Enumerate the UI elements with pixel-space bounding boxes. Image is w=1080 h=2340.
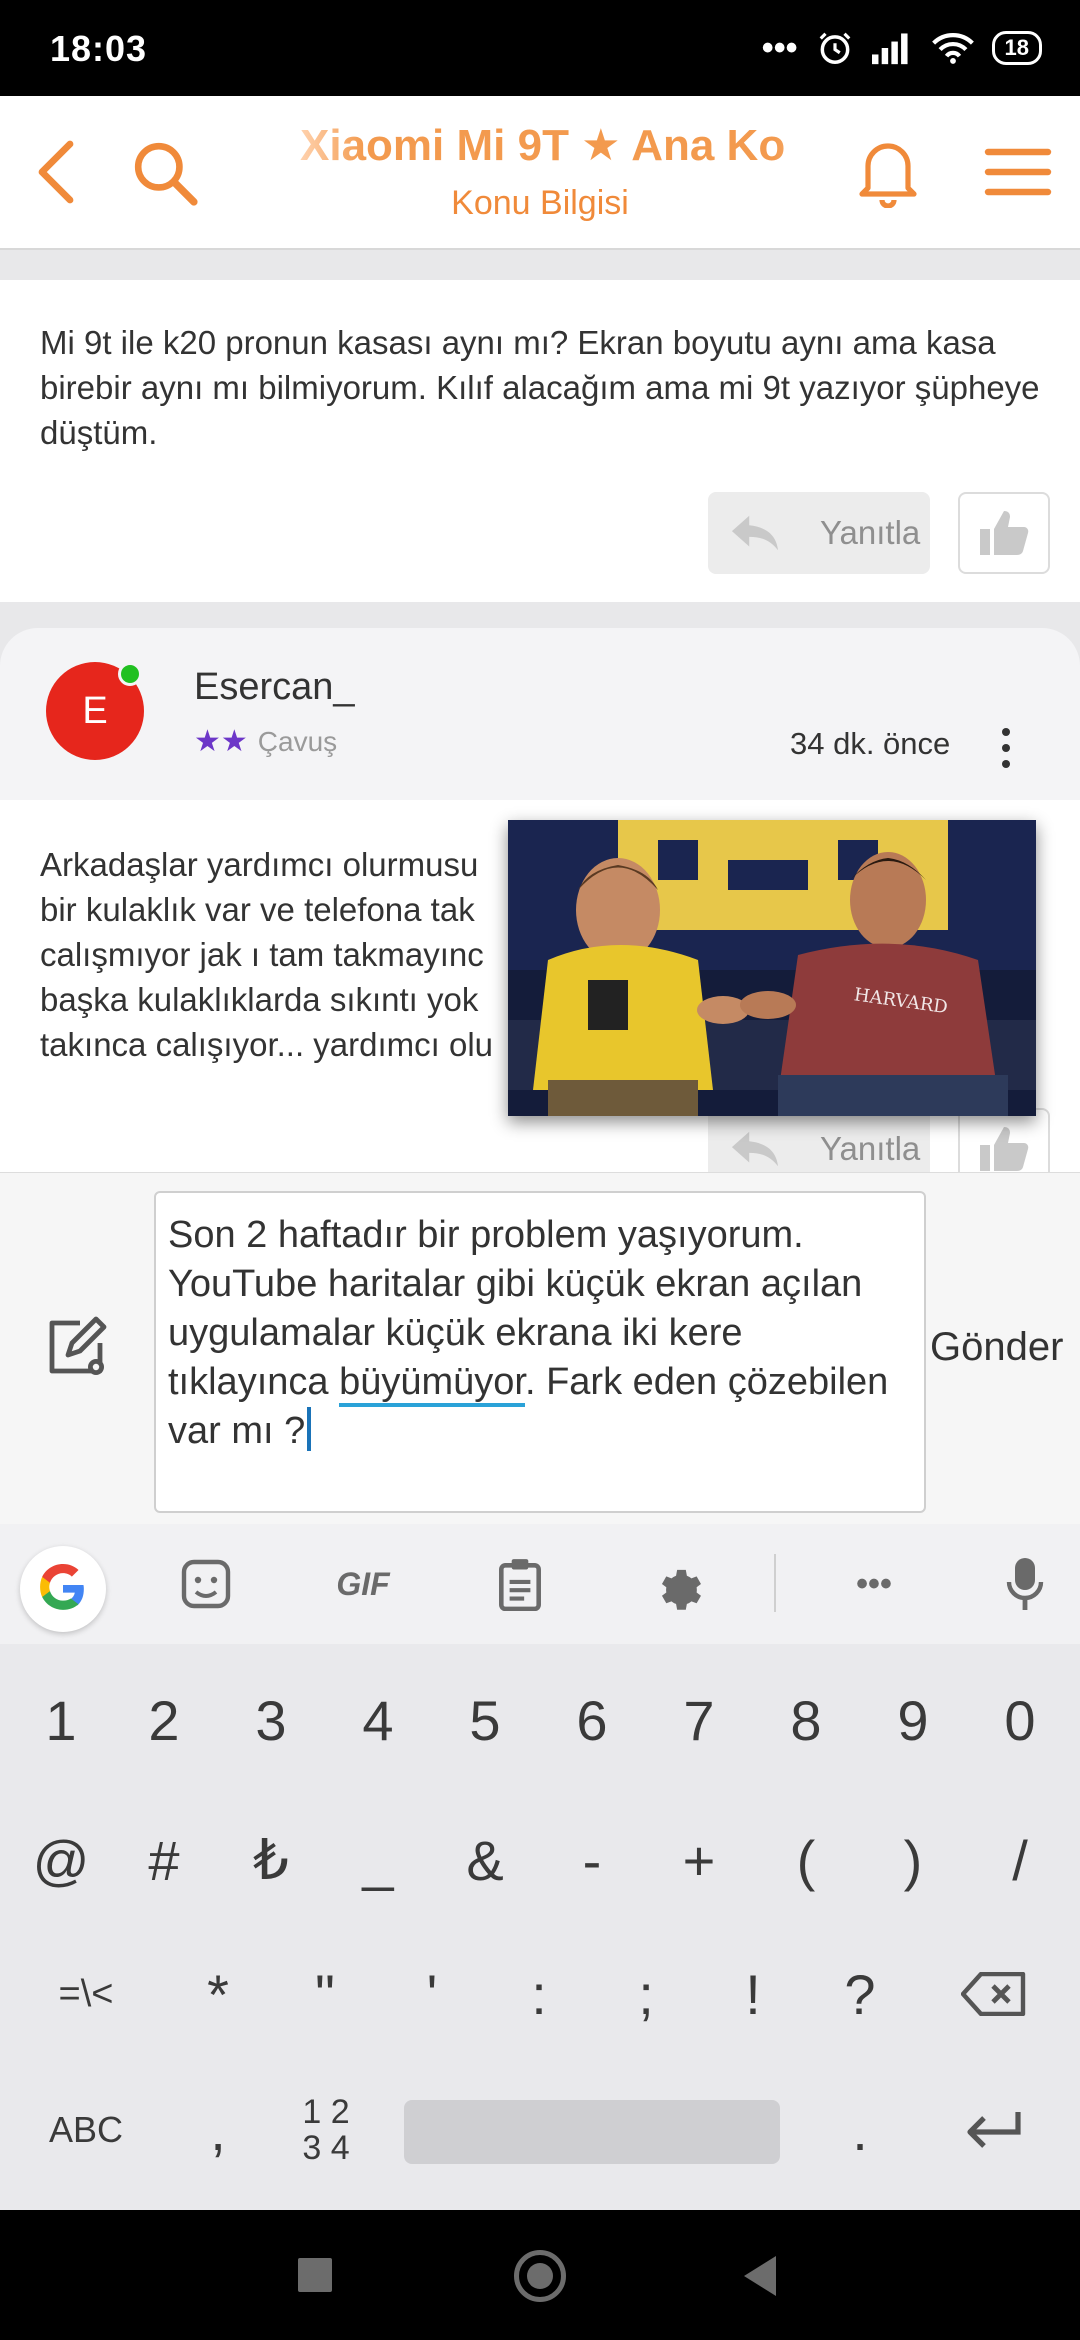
app-header: Xiaomi Mi 9T ★ Ana Konu Konu Bilgisi [0,96,1080,250]
rank-label: Çavuş [257,725,338,757]
gif-button[interactable]: GIF [320,1554,406,1614]
recents-button[interactable] [298,2258,332,2292]
key-1[interactable]: 1 [11,1670,111,1770]
status-bar: 18:03 ••• 18 [0,0,1080,96]
post-header: E Esercan_ ★★ Çavuş 34 dk. önce [0,628,1080,800]
reply-label: Yanıtla [820,1130,921,1167]
back-icon[interactable] [34,140,78,204]
username[interactable]: Esercan_ [194,666,355,709]
bell-icon[interactable] [856,136,920,208]
picture-in-picture-video[interactable]: HARVARD [508,820,1036,1116]
status-time: 18:03 [50,28,148,69]
thumbs-up-icon [980,1127,1029,1171]
google-icon[interactable] [20,1546,106,1632]
clipboard-icon[interactable] [490,1554,550,1614]
autocorrect-underlined-word[interactable]: büyümüyor [339,1361,525,1407]
key-lira[interactable]: ₺ [221,1810,321,1910]
key-at[interactable]: @ [11,1810,111,1910]
key-more-symbols[interactable]: =\< [36,1944,136,2044]
reply-icon [731,515,779,551]
post-time: 34 dk. önce [790,726,951,761]
key-asterisk[interactable]: * [168,1944,268,2044]
system-nav-bar [0,2210,1080,2340]
edit-settings-icon[interactable] [44,1315,108,1379]
like-button[interactable] [958,1108,1050,1172]
text-caret [307,1407,312,1451]
key-5[interactable]: 5 [435,1670,535,1770]
key-7[interactable]: 7 [649,1670,749,1770]
signal-icon [871,33,908,65]
compose-area: Son 2 haftadır bir problem yaşıyorum. Yo… [0,1172,1080,1524]
page-subtitle[interactable]: Konu Bilgisi [300,184,780,223]
message-input[interactable]: Son 2 haftadır bir problem yaşıyorum. Yo… [154,1191,926,1513]
user-rank: ★★ Çavuş [194,724,337,759]
page-title: Xiaomi Mi 9T ★ Ana Konu [300,120,786,176]
key-plus[interactable]: + [649,1810,749,1910]
key-abc[interactable]: ABC [36,2080,136,2180]
key-0[interactable]: 0 [970,1670,1070,1770]
key-3[interactable]: 3 [221,1670,321,1770]
key-exclamation[interactable]: ! [703,1944,803,2044]
wifi-icon [931,33,974,64]
mic-icon[interactable] [1000,1554,1050,1614]
key-underscore[interactable]: _ [328,1810,428,1910]
more-options-icon[interactable] [1000,728,1012,768]
search-icon[interactable] [132,140,198,206]
key-single-quote[interactable]: ' [382,1944,482,2044]
rank-stars-icon: ★★ [194,725,248,758]
settings-icon[interactable] [648,1554,708,1614]
key-semicolon[interactable]: ; [596,1944,696,2044]
key-comma[interactable]: , [168,2080,268,2180]
reply-button[interactable]: Yanıtla [708,492,930,574]
thumbs-up-icon [980,511,1029,555]
reply-icon [731,1131,779,1167]
post-card: Mi 9t ile k20 pronun kasası aynı mı? Ekr… [0,280,1080,602]
status-icons: ••• 18 [762,26,1042,70]
key-colon[interactable]: : [489,1944,589,2044]
reply-button[interactable]: Yanıtla [708,1108,930,1172]
battery-indicator: 18 [991,31,1042,65]
key-question[interactable]: ? [810,1944,910,2044]
key-6[interactable]: 6 [542,1670,642,1770]
alarm-icon [819,32,850,64]
key-2[interactable]: 2 [114,1670,214,1770]
more-icon[interactable]: ••• [838,1554,910,1614]
back-nav-icon[interactable] [742,2254,778,2298]
menu-icon[interactable] [984,146,1052,198]
video-frame-image: HARVARD [508,820,1036,1116]
home-button[interactable] [514,2250,566,2302]
key-close-paren[interactable]: ) [863,1810,963,1910]
backspace-icon[interactable] [944,1944,1044,2044]
toolbar-divider [774,1554,776,1612]
key-period[interactable]: . [810,2080,910,2180]
post-text: Mi 9t ile k20 pronun kasası aynı mı? Ekr… [40,324,1040,451]
dots-icon: ••• [761,28,798,67]
space-bar[interactable] [404,2100,780,2164]
send-button[interactable]: Gönder [930,1325,1063,1370]
key-minus[interactable]: - [542,1810,642,1910]
key-open-paren[interactable]: ( [756,1810,856,1910]
key-8[interactable]: 8 [756,1670,856,1770]
key-4[interactable]: 4 [328,1670,428,1770]
key-ampersand[interactable]: & [435,1810,535,1910]
like-button[interactable] [958,492,1050,574]
sticker-icon[interactable] [176,1554,236,1614]
enter-icon[interactable] [944,2080,1044,2180]
key-hash[interactable]: # [114,1810,214,1910]
key-numpad[interactable]: 1 23 4 [276,2080,376,2180]
key-slash[interactable]: / [970,1810,1070,1910]
key-double-quote[interactable]: " [275,1944,375,2044]
online-indicator [118,662,142,686]
keyboard-toolbar: GIF ••• [0,1524,1080,1644]
soft-keyboard: GIF ••• 1 2 3 4 5 6 7 8 9 0 @ # ₺ _ & - … [0,1524,1080,2210]
key-9[interactable]: 9 [863,1670,963,1770]
reply-label: Yanıtla [820,514,921,551]
